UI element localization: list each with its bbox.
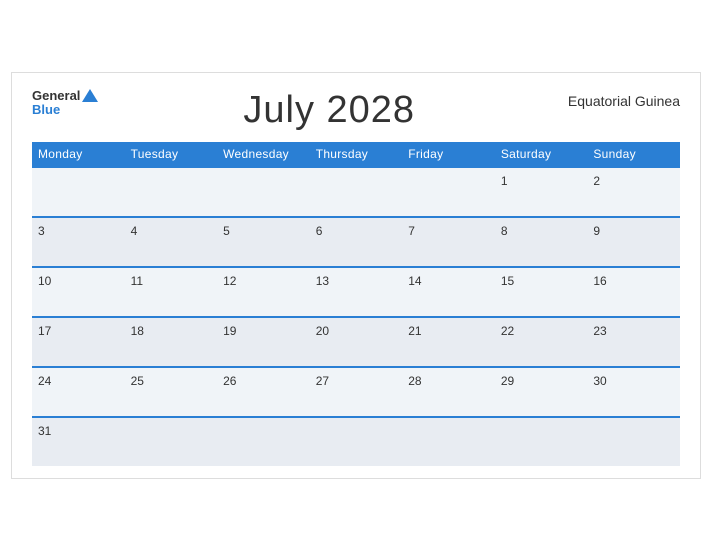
calendar-week-row: 31 [32,417,680,466]
calendar-day-cell [310,417,403,466]
calendar-day-cell: 15 [495,267,588,317]
calendar-day-cell: 19 [217,317,310,367]
calendar-week-row: 3456789 [32,217,680,267]
logo: General Blue [32,89,98,118]
calendar-day-cell: 23 [587,317,680,367]
calendar-day-cell [402,417,495,466]
calendar-table: Monday Tuesday Wednesday Thursday Friday… [32,142,680,466]
header-thursday: Thursday [310,142,403,167]
calendar-day-cell: 11 [125,267,218,317]
calendar-day-cell: 24 [32,367,125,417]
calendar-day-cell: 2 [587,167,680,217]
calendar-week-row: 24252627282930 [32,367,680,417]
calendar-day-cell: 13 [310,267,403,317]
calendar-day-cell: 14 [402,267,495,317]
logo-blue-text: Blue [32,103,60,117]
calendar-week-row: 10111213141516 [32,267,680,317]
calendar-day-cell [217,167,310,217]
calendar-day-cell: 4 [125,217,218,267]
calendar-day-cell [587,417,680,466]
calendar-week-row: 17181920212223 [32,317,680,367]
calendar-day-cell: 21 [402,317,495,367]
calendar-day-cell: 17 [32,317,125,367]
calendar-day-cell [125,417,218,466]
calendar-day-cell: 6 [310,217,403,267]
calendar-day-cell [125,167,218,217]
calendar-header: General Blue July 2028 Equatorial Guinea [32,89,680,132]
calendar-day-cell [32,167,125,217]
calendar-day-cell: 22 [495,317,588,367]
calendar-day-cell: 7 [402,217,495,267]
weekday-header-row: Monday Tuesday Wednesday Thursday Friday… [32,142,680,167]
calendar-day-cell: 16 [587,267,680,317]
calendar-day-cell: 27 [310,367,403,417]
calendar-day-cell: 8 [495,217,588,267]
calendar-day-cell [217,417,310,466]
calendar-day-cell: 30 [587,367,680,417]
logo-general-text: General [32,89,80,103]
calendar-day-cell: 26 [217,367,310,417]
calendar-day-cell [310,167,403,217]
header-wednesday: Wednesday [217,142,310,167]
calendar-day-cell: 25 [125,367,218,417]
country-name: Equatorial Guinea [560,89,680,109]
calendar-day-cell: 10 [32,267,125,317]
calendar-week-row: 12 [32,167,680,217]
calendar-day-cell: 20 [310,317,403,367]
header-tuesday: Tuesday [125,142,218,167]
month-title: July 2028 [98,89,560,132]
calendar-day-cell: 28 [402,367,495,417]
header-monday: Monday [32,142,125,167]
header-saturday: Saturday [495,142,588,167]
header-friday: Friday [402,142,495,167]
logo-triangle-icon [82,89,98,102]
calendar-day-cell [495,417,588,466]
calendar-day-cell: 29 [495,367,588,417]
calendar-day-cell: 31 [32,417,125,466]
calendar-day-cell: 1 [495,167,588,217]
calendar-day-cell: 5 [217,217,310,267]
calendar-day-cell: 12 [217,267,310,317]
calendar-day-cell: 9 [587,217,680,267]
calendar-day-cell: 18 [125,317,218,367]
header-sunday: Sunday [587,142,680,167]
calendar-day-cell: 3 [32,217,125,267]
calendar: General Blue July 2028 Equatorial Guinea… [11,72,701,479]
calendar-day-cell [402,167,495,217]
